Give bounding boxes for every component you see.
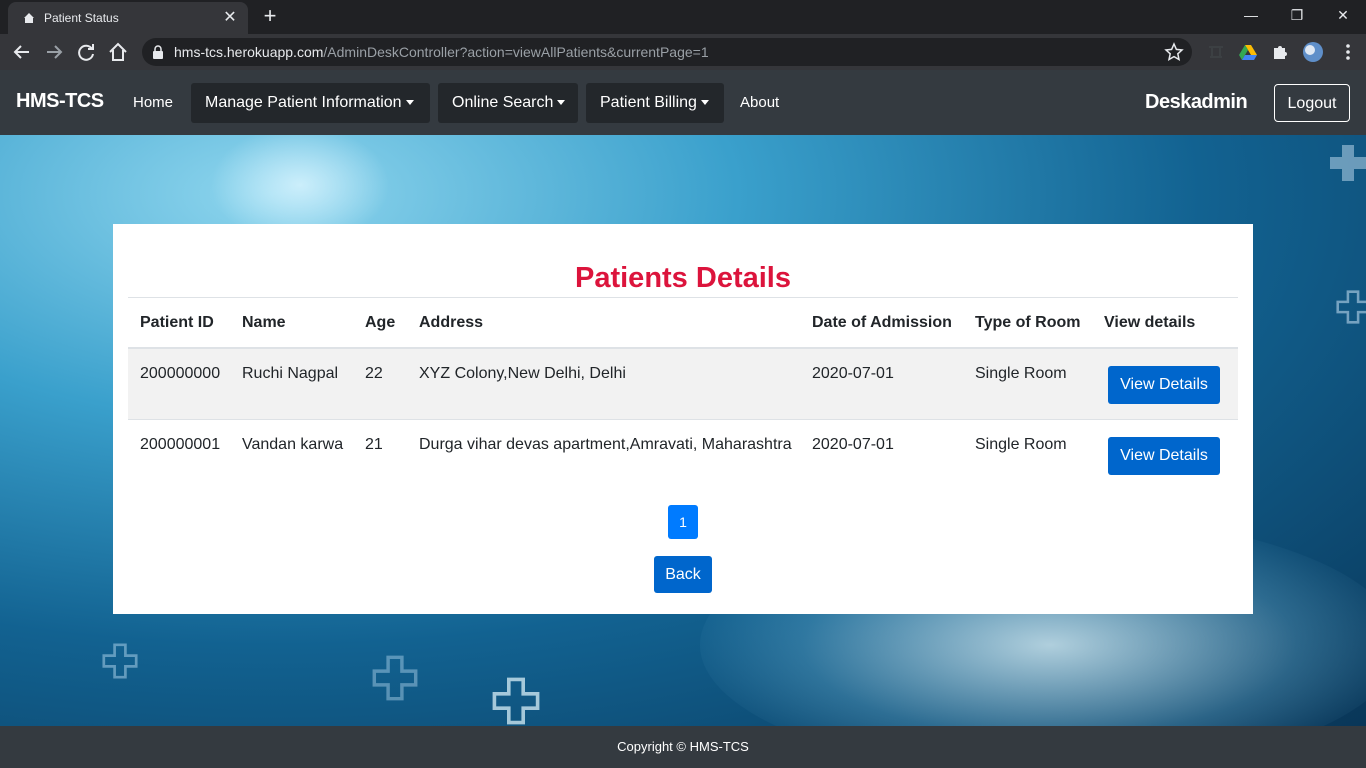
cell-patient-id: 200000001 bbox=[128, 418, 230, 490]
browser-tabstrip: Patient Status ✕ + — ❐ ✕ bbox=[0, 0, 1366, 34]
site-navbar: HMS-TCS Home Manage Patient Information … bbox=[0, 70, 1366, 135]
nav-online-search-dropdown[interactable]: Online Search bbox=[438, 83, 578, 123]
page-title: Patients Details bbox=[575, 262, 791, 294]
nav-search-label: Online Search bbox=[452, 94, 554, 111]
pagination-page-1[interactable]: 1 bbox=[668, 505, 698, 539]
url-text: hms-tcs.herokuapp.com/AdminDeskControlle… bbox=[174, 44, 709, 60]
bookmark-star-icon[interactable] bbox=[1164, 42, 1184, 62]
cell-patient-id: 200000000 bbox=[128, 347, 230, 419]
cell-action: View Details bbox=[1092, 347, 1238, 419]
back-arrow-icon[interactable] bbox=[10, 40, 34, 64]
cell-date: 2020-07-01 bbox=[800, 418, 963, 490]
col-date-of-admission: Date of Admission bbox=[800, 297, 963, 349]
menu-dots-icon[interactable] bbox=[1338, 42, 1358, 62]
home-favicon-icon bbox=[24, 13, 34, 23]
caret-down-icon bbox=[405, 100, 414, 106]
table-row: 200000001 Vandan karwa 21 Durga vihar de… bbox=[128, 418, 1238, 490]
address-bar[interactable]: hms-tcs.herokuapp.com/AdminDeskControlle… bbox=[142, 38, 1192, 66]
google-drive-icon[interactable] bbox=[1238, 42, 1258, 62]
patients-table: Patient ID Name Age Address Date of Admi… bbox=[128, 297, 1238, 490]
forward-arrow-icon[interactable] bbox=[42, 40, 66, 64]
reload-icon[interactable] bbox=[74, 40, 98, 64]
nav-manage-patient-dropdown[interactable]: Manage Patient Information bbox=[191, 83, 430, 123]
nav-billing-label: Patient Billing bbox=[600, 94, 697, 111]
table-row: 200000000 Ruchi Nagpal 22 XYZ Colony,New… bbox=[128, 347, 1238, 419]
profile-avatar-icon[interactable] bbox=[1302, 41, 1324, 63]
col-type-of-room: Type of Room bbox=[963, 297, 1092, 349]
close-window-icon[interactable]: ✕ bbox=[1320, 0, 1366, 30]
close-tab-icon[interactable]: ✕ bbox=[220, 8, 240, 28]
col-patient-id: Patient ID bbox=[128, 297, 230, 349]
cell-room: Single Room bbox=[963, 418, 1092, 490]
new-tab-icon[interactable]: + bbox=[258, 5, 282, 29]
caret-down-icon bbox=[557, 100, 566, 106]
lock-icon bbox=[153, 45, 163, 59]
col-view-details: View details bbox=[1092, 297, 1238, 349]
medical-cross-icon bbox=[492, 677, 540, 725]
brand-logo[interactable]: HMS-TCS bbox=[16, 90, 104, 113]
home-icon[interactable] bbox=[106, 40, 130, 64]
cell-date: 2020-07-01 bbox=[800, 347, 963, 419]
tab-title: Patient Status bbox=[44, 11, 119, 25]
cell-action: View Details bbox=[1092, 418, 1238, 490]
cell-age: 21 bbox=[353, 418, 407, 490]
nav-patient-billing-dropdown[interactable]: Patient Billing bbox=[586, 83, 724, 123]
browser-toolbar: hms-tcs.herokuapp.com/AdminDeskControlle… bbox=[0, 34, 1366, 70]
nav-about[interactable]: About bbox=[740, 94, 779, 111]
cell-name: Ruchi Nagpal bbox=[230, 347, 353, 419]
username-label: Deskadmin bbox=[1145, 91, 1248, 113]
logout-button[interactable]: Logout bbox=[1274, 84, 1350, 122]
medical-cross-icon bbox=[102, 643, 138, 679]
browser-tab[interactable]: Patient Status ✕ bbox=[8, 2, 248, 34]
medical-cross-icon bbox=[372, 655, 418, 701]
medical-cross-icon bbox=[1330, 145, 1366, 181]
cell-address: XYZ Colony,New Delhi, Delhi bbox=[407, 347, 800, 419]
medical-cross-icon bbox=[1336, 290, 1366, 324]
view-details-button[interactable]: View Details bbox=[1108, 436, 1220, 475]
col-name: Name bbox=[230, 297, 353, 349]
restore-icon[interactable]: ❐ bbox=[1274, 0, 1320, 30]
cell-room: Single Room bbox=[963, 347, 1092, 419]
cell-age: 22 bbox=[353, 347, 407, 419]
col-age: Age bbox=[353, 297, 407, 349]
table-header-row: Patient ID Name Age Address Date of Admi… bbox=[128, 297, 1238, 349]
footer-copyright: Copyright © HMS-TCS bbox=[0, 726, 1366, 768]
cell-address: Durga vihar devas apartment,Amravati, Ma… bbox=[407, 418, 800, 490]
minimize-icon[interactable]: — bbox=[1228, 0, 1274, 30]
caret-down-icon bbox=[700, 100, 709, 106]
cell-name: Vandan karwa bbox=[230, 418, 353, 490]
col-address: Address bbox=[407, 297, 800, 349]
extension-icon[interactable] bbox=[1206, 42, 1226, 62]
back-button[interactable]: Back bbox=[654, 556, 712, 593]
nav-home[interactable]: Home bbox=[133, 94, 173, 111]
puzzle-extensions-icon[interactable] bbox=[1270, 42, 1290, 62]
patients-card: Patients Details Patient ID Name Age Add… bbox=[113, 224, 1253, 614]
view-details-button[interactable]: View Details bbox=[1108, 366, 1220, 404]
nav-manage-label: Manage Patient Information bbox=[205, 94, 402, 111]
